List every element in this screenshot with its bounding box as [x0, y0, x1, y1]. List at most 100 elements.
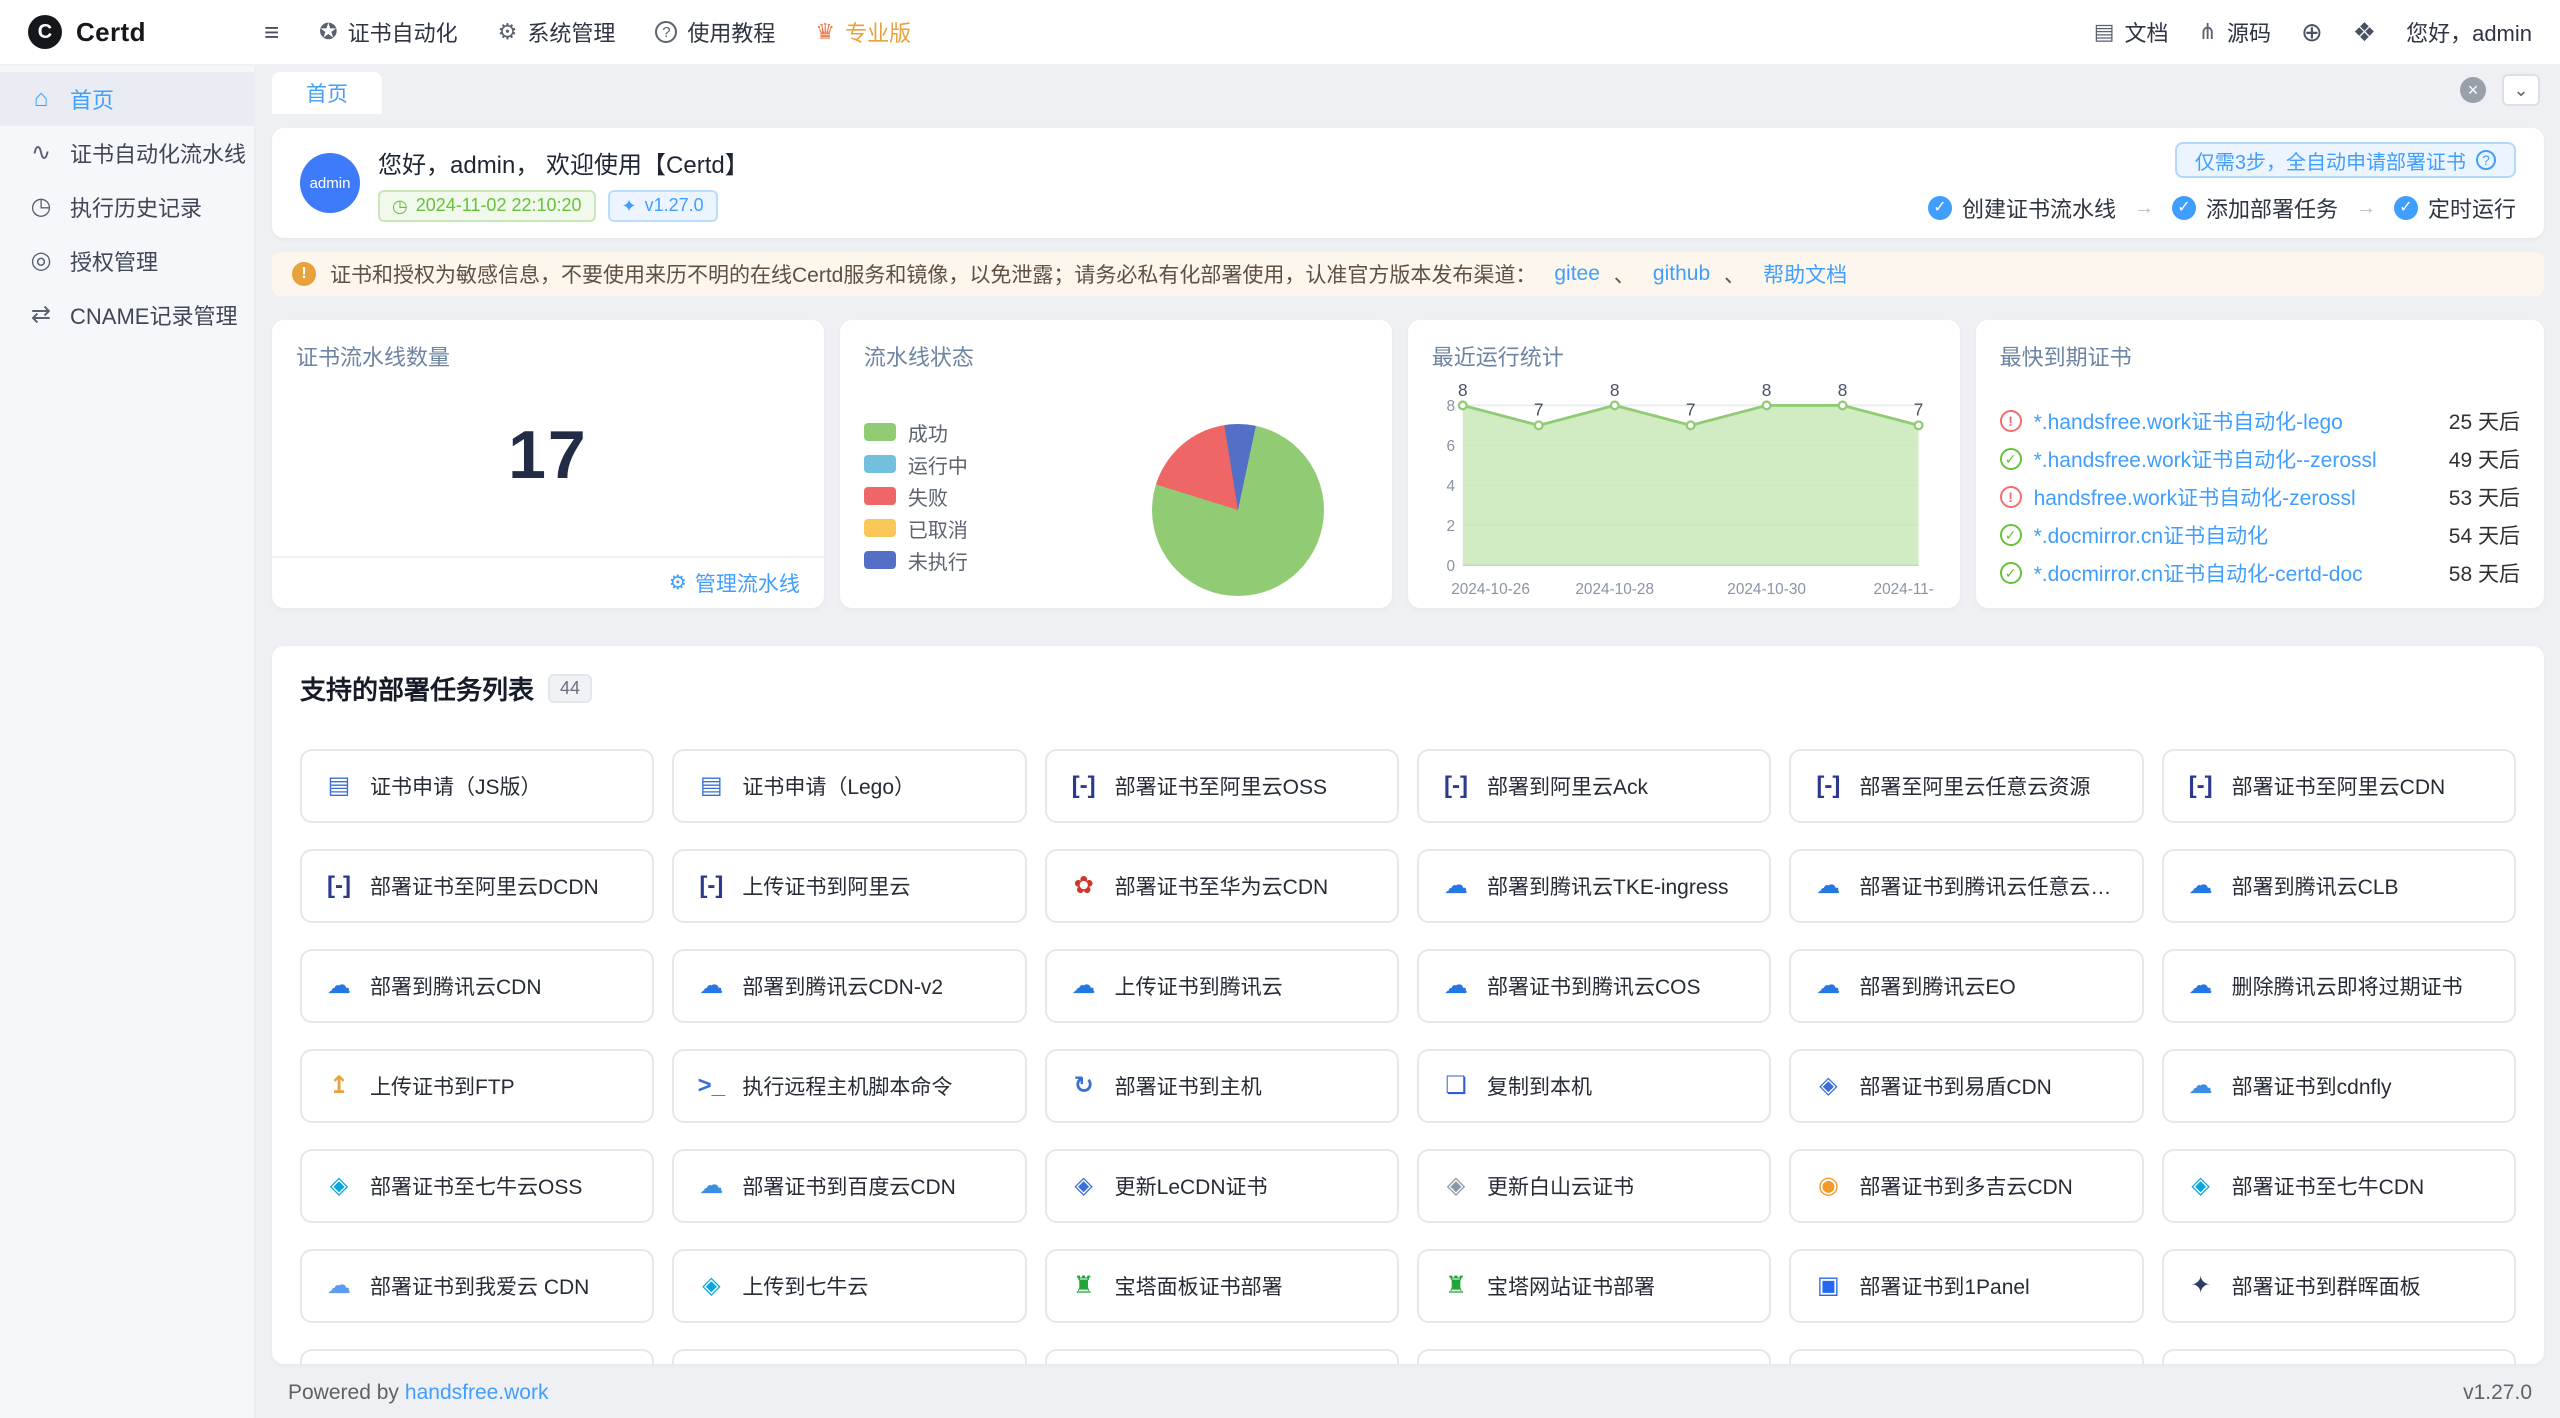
days-remaining: 25 天后 — [2449, 406, 2520, 436]
task-card[interactable]: ◈ 部署证书至七牛CDN — [2162, 1149, 2516, 1223]
components-icon[interactable]: ❖ — [2353, 19, 2376, 45]
legend-label: 失败 — [908, 482, 948, 511]
task-label: 证书申请（JS版） — [370, 771, 542, 801]
task-card[interactable]: >_ 执行远程主机脚本命令 — [672, 1049, 1026, 1123]
cert-pipeline-link[interactable]: *.handsfree.work证书自动化--zerossl — [2034, 444, 2437, 474]
task-card[interactable]: [-] 部署证书至阿里云OSS — [1045, 749, 1399, 823]
task-card[interactable]: ☁ 删除腾讯云即将过期证书 — [2162, 949, 2516, 1023]
task-card[interactable]: ◈ 上传到七牛云 — [672, 1249, 1026, 1323]
task-card[interactable]: ☁ 部署到腾讯云TKE-ingress — [1417, 849, 1771, 923]
gitee-link[interactable]: gitee — [1554, 262, 1600, 286]
cert-pipeline-link[interactable]: *.docmirror.cn证书自动化-certd-doc — [2034, 558, 2437, 588]
task-card[interactable]: ◈ 部署证书至七牛云OSS — [300, 1149, 654, 1223]
task-card[interactable]: ▣ 部署证书到1Panel — [1789, 1249, 2143, 1323]
task-card[interactable]: ☁ 部署到腾讯云CDN — [300, 949, 654, 1023]
logo[interactable]: C Certd — [0, 15, 256, 49]
manage-pipelines-link[interactable]: ⚙ 管理流水线 — [669, 568, 800, 598]
step-create-pipeline[interactable]: ✓ 创建证书流水线 — [1928, 192, 2116, 224]
task-card[interactable]: ◈ 更新LeCDN证书 — [1045, 1149, 1399, 1223]
task-label: 部署证书至阿里云CDN — [2232, 771, 2446, 801]
task-card[interactable]: [-] 上传证书到阿里云 — [672, 849, 1026, 923]
sidebar-collapse-icon[interactable]: ≡ — [264, 19, 279, 45]
task-card[interactable]: ☁ 部署证书到百度云CDN — [672, 1149, 1026, 1223]
task-card[interactable]: ◈ 更新白山云证书 — [1417, 1149, 1771, 1223]
nav-pro-edition[interactable]: ♛ 专业版 — [795, 0, 931, 65]
sidebar-item-cname[interactable]: ⇄ CNAME记录管理 — [0, 288, 254, 342]
success-circle-icon: ✓ — [2000, 562, 2022, 584]
handsfree-link[interactable]: handsfree.work — [405, 1381, 549, 1405]
task-card-partial[interactable] — [1789, 1349, 2143, 1364]
tab-bar: 首页 × ⌄ — [256, 66, 2560, 114]
sidebar-item-pipelines[interactable]: ∿ 证书自动化流水线 — [0, 126, 254, 180]
help-docs-link[interactable]: 帮助文档 — [1763, 259, 1847, 289]
task-card[interactable]: [-] 部署证书至阿里云DCDN — [300, 849, 654, 923]
github-link[interactable]: github — [1653, 262, 1710, 286]
clock-icon: ◷ — [392, 197, 408, 215]
onboarding-steps: ✓ 创建证书流水线 → ✓ 添加部署任务 → ✓ 定时运行 — [1928, 192, 2516, 224]
task-card[interactable]: ❏ 复制到本机 — [1417, 1049, 1771, 1123]
task-card[interactable]: ✦ 部署证书到群晖面板 — [2162, 1249, 2516, 1323]
task-card[interactable]: ♜ 宝塔网站证书部署 — [1417, 1249, 1771, 1323]
task-card-partial[interactable] — [672, 1349, 1026, 1364]
legend-item[interactable]: 已取消 — [864, 516, 968, 540]
legend-item[interactable]: 运行中 — [864, 452, 968, 476]
ftp-upload-icon: ↥ — [324, 1074, 354, 1098]
step-scheduled-run[interactable]: ✓ 定时运行 — [2394, 192, 2516, 224]
expiring-certs-card: 最快到期证书 ! *.handsfree.work证书自动化-lego 25 天… — [1976, 320, 2544, 608]
step-separator: → — [2134, 197, 2154, 220]
nav-tutorial[interactable]: ? 使用教程 — [635, 0, 795, 65]
task-card[interactable]: ✿ 部署证书至华为云CDN — [1045, 849, 1399, 923]
task-card[interactable]: ☁ 部署证书到cdnfly — [2162, 1049, 2516, 1123]
task-card[interactable]: ☁ 部署证书到腾讯云任意云资源 — [1789, 849, 2143, 923]
close-tabs-icon[interactable]: × — [2460, 77, 2486, 103]
cert-pipeline-link[interactable]: *.handsfree.work证书自动化-lego — [2034, 406, 2437, 436]
task-card[interactable]: ↻ 部署证书到主机 — [1045, 1049, 1399, 1123]
task-card-partial[interactable] — [1417, 1349, 1771, 1364]
task-card[interactable]: ☁ 部署到腾讯云EO — [1789, 949, 2143, 1023]
task-label: 部署证书至七牛CDN — [2232, 1171, 2425, 1201]
task-card[interactable]: ◉ 部署证书到多吉云CDN — [1789, 1149, 2143, 1223]
task-card[interactable]: ☁ 部署到腾讯云CDN-v2 — [672, 949, 1026, 1023]
sidebar-item-home[interactable]: ⌂ 首页 — [0, 72, 254, 126]
task-card[interactable]: ☁ 部署到腾讯云CLB — [2162, 849, 2516, 923]
pipeline-status-card: 流水线状态 成功 运行中 失败 已取消 未执行 — [840, 320, 1392, 608]
language-globe-icon[interactable]: ⊕ — [2301, 19, 2323, 45]
task-card-partial[interactable] — [2162, 1349, 2516, 1364]
user-greeting[interactable]: 您好，admin — [2406, 16, 2532, 48]
task-card[interactable]: [-] 部署证书至阿里云CDN — [2162, 749, 2516, 823]
check-circle-icon: ✓ — [2394, 196, 2418, 220]
sidebar-item-history[interactable]: ◷ 执行历史记录 — [0, 180, 254, 234]
task-card[interactable]: ☁ 部署证书到腾讯云COS — [1417, 949, 1771, 1023]
card-title: 证书流水线数量 — [296, 340, 800, 372]
legend-item[interactable]: 未执行 — [864, 548, 968, 572]
svg-text:6: 6 — [1446, 438, 1455, 455]
task-card[interactable]: [-] 部署至阿里云任意云资源 — [1789, 749, 2143, 823]
task-card[interactable]: ☁ 部署证书到我爱云 CDN — [300, 1249, 654, 1323]
task-card-partial[interactable] — [300, 1349, 654, 1364]
task-card[interactable]: ▤ 证书申请（Lego） — [672, 749, 1026, 823]
tencent-cloud-icon: ☁ — [2186, 974, 2216, 998]
step-add-deploy-task[interactable]: ✓ 添加部署任务 — [2172, 192, 2338, 224]
svg-text:2024-10-28: 2024-10-28 — [1575, 581, 1654, 598]
tab-actions-caret-icon[interactable]: ⌄ — [2502, 74, 2540, 106]
cert-pipeline-link[interactable]: handsfree.work证书自动化-zerossl — [2034, 482, 2437, 512]
sidebar-item-authorization[interactable]: ◎ 授权管理 — [0, 234, 254, 288]
task-card[interactable]: ▤ 证书申请（JS版） — [300, 749, 654, 823]
task-card[interactable]: ☁ 上传证书到腾讯云 — [1045, 949, 1399, 1023]
task-card-partial[interactable] — [1045, 1349, 1399, 1364]
quick-start-button[interactable]: 仅需3步，全自动申请部署证书 ? — [2175, 142, 2516, 178]
tab-home[interactable]: 首页 — [272, 72, 382, 114]
docs-link[interactable]: ▤ 文档 — [2094, 0, 2169, 65]
nav-cert-automation[interactable]: ✪ 证书自动化 — [299, 0, 477, 65]
svg-text:7: 7 — [1534, 400, 1544, 420]
task-card[interactable]: ◈ 部署证书到易盾CDN — [1789, 1049, 2143, 1123]
source-code-link[interactable]: ⋔ 源码 — [2199, 0, 2271, 65]
task-card[interactable]: ♜ 宝塔面板证书部署 — [1045, 1249, 1399, 1323]
task-card[interactable]: [-] 部署到阿里云Ack — [1417, 749, 1771, 823]
cert-pipeline-link[interactable]: *.docmirror.cn证书自动化 — [2034, 520, 2437, 550]
task-card[interactable]: ↥ 上传证书到FTP — [300, 1049, 654, 1123]
legend-item[interactable]: 成功 — [864, 420, 968, 444]
nav-system-management[interactable]: ⚙ 系统管理 — [478, 0, 636, 65]
legend-item[interactable]: 失败 — [864, 484, 968, 508]
pipeline-count-value: 17 — [296, 416, 800, 494]
